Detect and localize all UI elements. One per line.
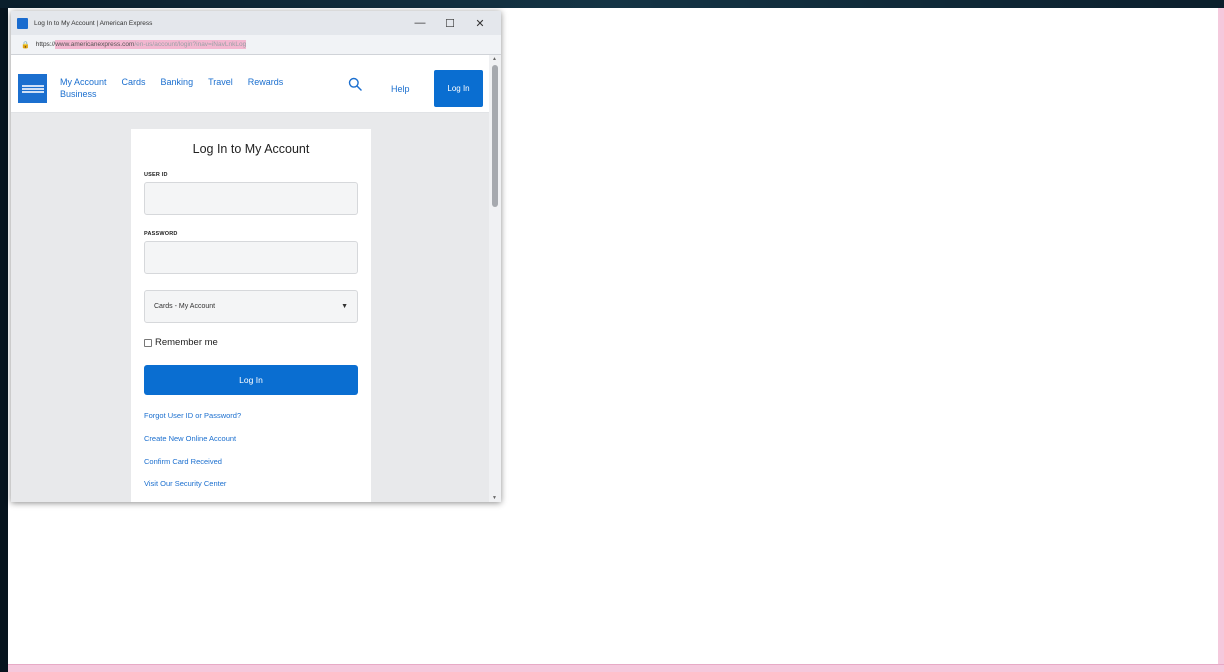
scrollbar-thumb[interactable] — [492, 65, 498, 207]
create-account-link[interactable]: Create New Online Account — [144, 434, 236, 443]
scroll-up-icon[interactable]: ▲ — [492, 56, 497, 62]
nav-banking[interactable]: Banking — [161, 77, 194, 87]
login-card: Log In to My Account USER ID PASSWORD Ca… — [131, 129, 371, 502]
security-center-link[interactable]: Visit Our Security Center — [144, 479, 226, 488]
main-nav: My Account Cards Banking Travel Rewards … — [60, 77, 283, 99]
screen-border-bottom — [8, 664, 1224, 672]
amex-logo-icon[interactable] — [18, 74, 47, 103]
window-controls: — ☐ ✕ — [405, 11, 495, 35]
lock-icon: 🔒 — [21, 41, 30, 49]
nav-my-account[interactable]: My Account — [60, 77, 107, 87]
forgot-credentials-link[interactable]: Forgot User ID or Password? — [144, 411, 241, 420]
window-title: Log In to My Account | American Express — [34, 19, 153, 27]
user-id-label: USER ID — [144, 172, 168, 178]
scroll-down-icon[interactable]: ▼ — [492, 495, 497, 501]
user-id-input[interactable] — [144, 182, 358, 215]
remember-me-label: Remember me — [155, 337, 218, 348]
password-input[interactable] — [144, 241, 358, 274]
url-text[interactable]: https://www.americanexpress.com/en-us/ac… — [35, 40, 247, 49]
login-submit-button[interactable]: Log In — [144, 365, 358, 395]
nav-rewards[interactable]: Rewards — [248, 77, 284, 87]
close-icon[interactable]: ✕ — [465, 11, 495, 35]
maximize-icon[interactable]: ☐ — [435, 11, 465, 35]
header-login-button[interactable]: Log In — [434, 70, 483, 107]
window-titlebar[interactable]: Log In to My Account | American Express … — [11, 11, 501, 35]
desktop-top-band — [0, 0, 1224, 8]
amex-favicon-icon — [17, 17, 28, 29]
confirm-card-link[interactable]: Confirm Card Received — [144, 457, 222, 466]
screen-border-right — [1218, 8, 1224, 672]
password-label: PASSWORD — [144, 231, 178, 237]
minimize-icon[interactable]: — — [405, 11, 435, 35]
nav-travel[interactable]: Travel — [208, 77, 233, 87]
url-scheme: https:// — [35, 41, 56, 48]
remember-me-checkbox[interactable] — [144, 338, 152, 347]
nav-cards[interactable]: Cards — [122, 77, 146, 87]
site-header: My Account Cards Banking Travel Rewards … — [11, 55, 489, 113]
address-bar[interactable]: 🔒 https://www.americanexpress.com/en-us/… — [11, 35, 501, 55]
account-type-value: Cards - My Account — [154, 303, 216, 310]
nav-business[interactable]: Business — [60, 89, 97, 99]
chevron-down-icon: ▼ — [341, 303, 348, 310]
url-path-highlighted: /en-us/account/login?inav=iNavLnkLog — [134, 40, 247, 49]
search-icon[interactable] — [348, 77, 362, 91]
remember-me[interactable]: Remember me — [144, 337, 218, 348]
login-popup-window: Log In to My Account | American Express … — [11, 11, 501, 502]
login-card-title: Log In to My Account — [192, 142, 310, 156]
url-host-highlighted: www.americanexpress.com — [55, 40, 135, 49]
account-type-select[interactable]: Cards - My Account ▼ — [144, 290, 358, 323]
help-link[interactable]: Help — [391, 84, 410, 94]
vertical-scrollbar[interactable]: ▲ ▼ — [489, 55, 501, 502]
